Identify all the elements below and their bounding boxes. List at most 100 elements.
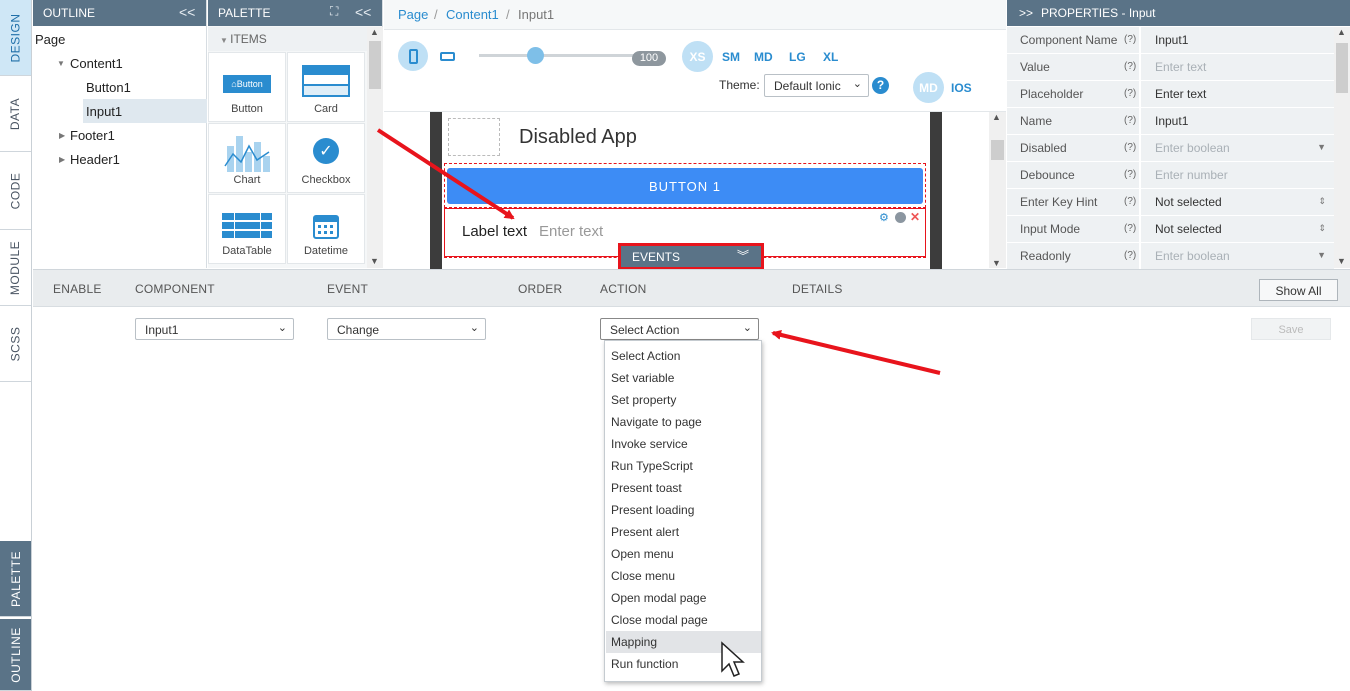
- help-hint[interactable]: (?): [1124, 115, 1136, 126]
- property-row[interactable]: Readonly (?) Enter boolean ▼: [1007, 243, 1334, 270]
- scroll-up-icon[interactable]: ▲: [370, 27, 379, 37]
- mode-md[interactable]: MD: [913, 72, 944, 103]
- palette-item-datetime[interactable]: Datetime: [287, 194, 365, 264]
- tree-item-input[interactable]: Input1: [86, 104, 122, 119]
- phone-device-icon[interactable]: [398, 41, 428, 71]
- property-row[interactable]: Input Mode (?) Not selected ⇕: [1007, 216, 1334, 243]
- palette-item-button[interactable]: ⌂ Button Button: [208, 52, 286, 122]
- scroll-thumb[interactable]: [369, 41, 381, 89]
- property-value[interactable]: Enter number: [1141, 162, 1334, 188]
- action-option[interactable]: Select Action: [606, 345, 761, 367]
- properties-scrollbar[interactable]: ▲ ▼: [1334, 27, 1350, 268]
- help-hint[interactable]: (?): [1124, 34, 1136, 45]
- scroll-down-icon[interactable]: ▼: [370, 256, 379, 266]
- input-placeholder[interactable]: Enter text: [539, 223, 603, 240]
- theme-select[interactable]: Default Ionic ⌄: [764, 74, 869, 97]
- dropdown-arrow-icon[interactable]: ▼: [1317, 250, 1326, 260]
- property-value[interactable]: Enter boolean: [1141, 135, 1334, 161]
- help-hint[interactable]: (?): [1124, 61, 1136, 72]
- tab-palette[interactable]: PALETTE: [0, 541, 31, 617]
- expand-icon[interactable]: ⛶: [330, 4, 338, 19]
- expand-arrow-icon[interactable]: ▼: [57, 59, 65, 68]
- scroll-up-icon[interactable]: ▲: [1337, 27, 1346, 37]
- breakpoint-md[interactable]: MD: [754, 50, 773, 64]
- property-value[interactable]: Input1: [1141, 108, 1334, 134]
- tab-module[interactable]: MODULE: [0, 230, 31, 306]
- action-option[interactable]: Set property: [606, 389, 761, 411]
- property-row[interactable]: Placeholder (?) Enter text: [1007, 81, 1334, 108]
- tablet-device-icon[interactable]: [440, 52, 455, 61]
- tab-scss[interactable]: SCSS: [0, 306, 31, 382]
- property-row[interactable]: Name (?) Input1: [1007, 108, 1334, 135]
- action-option[interactable]: Invoke service: [606, 433, 761, 455]
- event-select[interactable]: Change ⌄: [327, 318, 486, 340]
- tree-item-content[interactable]: Content1: [70, 56, 123, 71]
- scroll-up-icon[interactable]: ▲: [992, 112, 1001, 122]
- expand-properties-icon[interactable]: >>: [1019, 6, 1033, 20]
- action-option[interactable]: Open menu: [606, 543, 761, 565]
- action-option[interactable]: Set variable: [606, 367, 761, 389]
- canvas-scrollbar[interactable]: ▲ ▼: [989, 112, 1006, 268]
- breakpoint-lg[interactable]: LG: [789, 50, 806, 64]
- breakpoint-xl[interactable]: XL: [823, 50, 838, 64]
- collapsed-arrow-icon[interactable]: ▶: [59, 131, 65, 140]
- settings-icon[interactable]: ⚙: [879, 211, 889, 224]
- collapse-outline-icon[interactable]: <<: [179, 4, 195, 20]
- collapsed-arrow-icon[interactable]: ▶: [59, 155, 65, 164]
- help-hint[interactable]: (?): [1124, 88, 1136, 99]
- action-option[interactable]: Navigate to page: [606, 411, 761, 433]
- breadcrumb-content[interactable]: Content1: [446, 7, 499, 22]
- help-hint[interactable]: (?): [1124, 250, 1136, 261]
- property-row[interactable]: Debounce (?) Enter number: [1007, 162, 1334, 189]
- tab-design[interactable]: DESIGN: [0, 0, 31, 76]
- tab-outline[interactable]: OUTLINE: [0, 618, 31, 691]
- help-hint[interactable]: (?): [1124, 196, 1136, 207]
- breakpoint-xs[interactable]: XS: [682, 41, 713, 72]
- action-option[interactable]: Run TypeScript: [606, 455, 761, 477]
- action-option[interactable]: Present toast: [606, 477, 761, 499]
- save-button[interactable]: Save: [1251, 318, 1331, 340]
- action-option[interactable]: Present alert: [606, 521, 761, 543]
- tree-item-header[interactable]: Header1: [70, 152, 120, 167]
- show-all-button[interactable]: Show All: [1259, 279, 1338, 301]
- mode-ios[interactable]: IOS: [951, 81, 972, 95]
- property-value[interactable]: Not selected: [1141, 189, 1334, 215]
- tree-item-footer[interactable]: Footer1: [70, 128, 115, 143]
- scroll-thumb[interactable]: [991, 140, 1004, 160]
- zoom-slider-track[interactable]: [479, 54, 634, 57]
- events-toggle[interactable]: EVENTS ︾: [618, 243, 764, 270]
- tree-item-button[interactable]: Button1: [86, 80, 131, 95]
- property-value[interactable]: Not selected: [1141, 216, 1334, 242]
- help-hint[interactable]: (?): [1124, 169, 1136, 180]
- tree-item-page[interactable]: Page: [35, 32, 65, 47]
- palette-scrollbar[interactable]: ▲ ▼: [367, 27, 383, 268]
- property-row[interactable]: Component Name (?) Input1: [1007, 27, 1334, 54]
- property-row[interactable]: Disabled (?) Enter boolean ▼: [1007, 135, 1334, 162]
- header-placeholder[interactable]: [448, 118, 500, 156]
- tab-data[interactable]: DATA: [0, 76, 31, 152]
- collapse-palette-icon[interactable]: <<: [355, 4, 371, 20]
- help-icon[interactable]: ?: [872, 77, 889, 94]
- help-hint[interactable]: (?): [1124, 142, 1136, 153]
- close-icon[interactable]: ✕: [910, 210, 920, 224]
- property-value[interactable]: Enter text: [1141, 81, 1334, 107]
- dropdown-arrow-icon[interactable]: ⇕: [1318, 196, 1326, 207]
- dropdown-arrow-icon[interactable]: ⇕: [1318, 223, 1326, 234]
- zoom-slider-handle[interactable]: [527, 47, 544, 64]
- breadcrumb-page[interactable]: Page: [398, 7, 428, 22]
- action-option[interactable]: Close menu: [606, 565, 761, 587]
- canvas-button[interactable]: BUTTON 1: [447, 168, 923, 204]
- action-option[interactable]: Close modal page: [606, 609, 761, 631]
- action-option[interactable]: Open modal page: [606, 587, 761, 609]
- palette-item-card[interactable]: Card: [287, 52, 365, 122]
- property-row[interactable]: Value (?) Enter text: [1007, 54, 1334, 81]
- action-select[interactable]: Select Action ⌄: [600, 318, 759, 340]
- dropdown-arrow-icon[interactable]: ▼: [1317, 142, 1326, 152]
- property-value[interactable]: Enter text: [1141, 54, 1334, 80]
- palette-item-chart[interactable]: Chart: [208, 123, 286, 193]
- tab-code[interactable]: CODE: [0, 152, 31, 230]
- help-hint[interactable]: (?): [1124, 223, 1136, 234]
- palette-item-datatable[interactable]: DataTable: [208, 194, 286, 264]
- breakpoint-sm[interactable]: SM: [722, 50, 740, 64]
- property-row[interactable]: Enter Key Hint (?) Not selected ⇕: [1007, 189, 1334, 216]
